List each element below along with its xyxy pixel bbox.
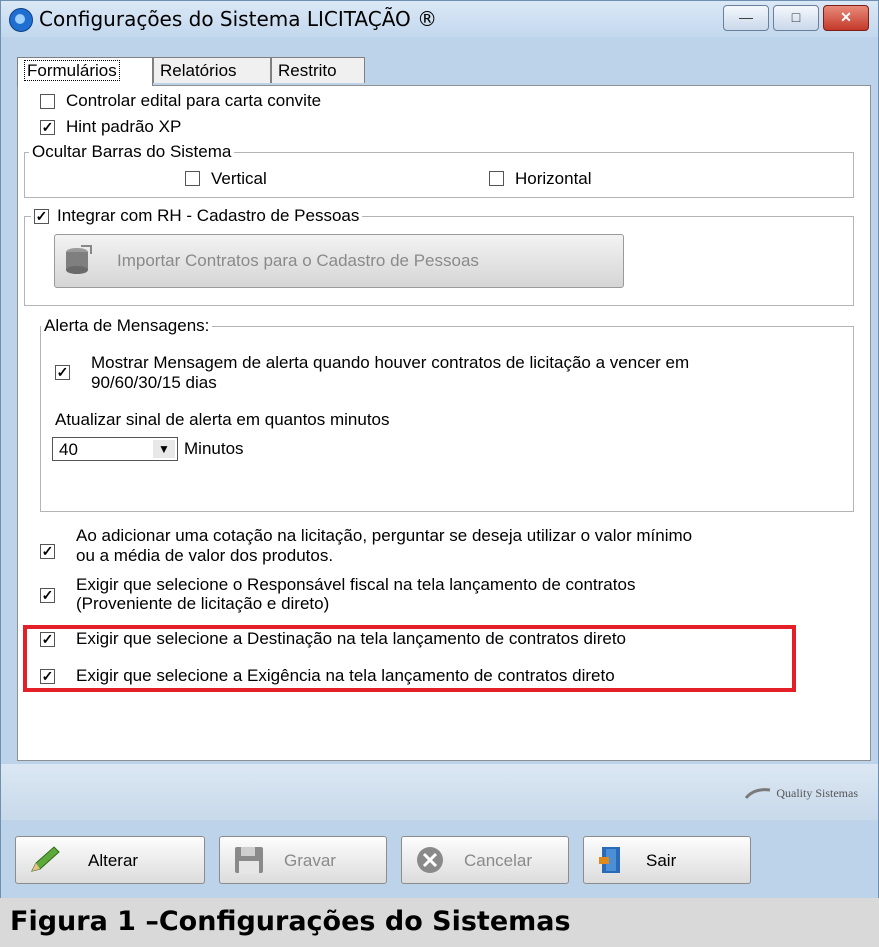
- edital-label: Controlar edital para carta convite: [66, 91, 322, 110]
- tab-relatorios[interactable]: Relatórios: [153, 57, 271, 83]
- responsavel-label-1: Exigir que selecione o Responsável fisca…: [76, 575, 636, 594]
- horizontal-label: Horizontal: [515, 169, 592, 188]
- vertical-checkbox[interactable]: [185, 171, 200, 186]
- minutes-select[interactable]: 40 ▼: [52, 437, 178, 461]
- gravar-button[interactable]: Gravar: [219, 836, 387, 884]
- tab-formularios-label: Formulários: [24, 60, 120, 81]
- horizontal-checkbox[interactable]: [489, 171, 504, 186]
- sair-label: Sair: [646, 851, 677, 870]
- mostrar-alerta-label-1: Mostrar Mensagem de alerta quando houver…: [91, 353, 690, 372]
- maximize-button[interactable]: □: [773, 5, 819, 31]
- brand-strip: Quality Sistemas: [1, 764, 878, 820]
- alerta-group: Alerta de Mensagens: ✓ Mostrar Mensagem …: [40, 316, 854, 512]
- cotacao-label-2: ou a média de valor dos produtos.: [76, 546, 334, 565]
- gravar-label: Gravar: [284, 851, 336, 870]
- alterar-label: Alterar: [88, 851, 139, 870]
- cotacao-checkbox[interactable]: ✓: [40, 544, 55, 559]
- responsavel-checkbox[interactable]: ✓: [40, 588, 55, 603]
- vertical-label: Vertical: [211, 169, 267, 188]
- database-import-icon: [66, 245, 92, 274]
- atualizar-label: Atualizar sinal de alerta em quantos min…: [55, 410, 390, 429]
- cancel-x-icon: [417, 847, 443, 873]
- pencil-icon: [31, 846, 60, 872]
- highlight-box: [23, 625, 796, 692]
- hint-checkbox[interactable]: ✓: [40, 120, 55, 135]
- exit-door-icon: [599, 847, 620, 873]
- responsavel-label-2: (Proveniente de licitação e direto): [76, 594, 330, 613]
- button-bar: Alterar Gravar Cancelar Sair: [1, 820, 878, 899]
- barras-legend: Ocultar Barras do Sistema: [29, 142, 235, 162]
- app-logo-icon: [9, 8, 33, 32]
- brand-name: Quality Sistemas: [776, 786, 858, 800]
- rh-legend: ✓ Integrar com RH - Cadastro de Pessoas: [31, 206, 363, 226]
- import-button-label: Importar Contratos para o Cadastro de Pe…: [117, 251, 479, 270]
- window-title: Configurações do Sistema LICITAÇÃO ®: [39, 7, 438, 31]
- title-bar[interactable]: Configurações do Sistema LICITAÇÃO ® — □…: [1, 1, 878, 37]
- close-button[interactable]: ✕: [823, 5, 869, 31]
- chevron-down-icon[interactable]: ▼: [153, 440, 175, 458]
- config-window: Configurações do Sistema LICITAÇÃO ® — □…: [0, 0, 879, 899]
- rh-checkbox[interactable]: ✓: [34, 208, 49, 224]
- alterar-button[interactable]: Alterar: [15, 836, 205, 884]
- cancelar-label: Cancelar: [464, 851, 533, 870]
- edital-checkbox[interactable]: [40, 94, 55, 109]
- hint-label: Hint padrão XP: [66, 117, 182, 136]
- tab-formularios[interactable]: Formulários: [17, 57, 153, 86]
- mostrar-alerta-checkbox[interactable]: ✓: [55, 365, 70, 380]
- barras-group: Ocultar Barras do Sistema Vertical Horiz…: [24, 142, 854, 198]
- minutes-value: 40: [59, 440, 78, 459]
- floppy-disk-icon: [235, 847, 263, 873]
- mostrar-alerta-label-2: 90/60/30/15 dias: [91, 373, 217, 392]
- alerta-legend: Alerta de Mensagens:: [41, 316, 213, 336]
- caption-text: Figura 1 –Configurações do Sistemas: [10, 906, 571, 937]
- sair-button[interactable]: Sair: [583, 836, 751, 884]
- quality-brand: Quality Sistemas: [744, 786, 858, 801]
- minimize-button[interactable]: —: [723, 5, 769, 31]
- cotacao-label-1: Ao adicionar uma cotação na licitação, p…: [76, 526, 693, 545]
- minutes-unit-label: Minutos: [184, 439, 244, 458]
- cancelar-button[interactable]: Cancelar: [401, 836, 569, 884]
- rh-label: Integrar com RH - Cadastro de Pessoas: [57, 206, 360, 225]
- figure-caption: Figura 1 –Configurações do Sistemas: [0, 898, 879, 947]
- quality-logo-icon: [745, 787, 771, 799]
- import-contratos-button[interactable]: Importar Contratos para o Cadastro de Pe…: [54, 234, 624, 288]
- tab-restrito[interactable]: Restrito: [271, 57, 365, 83]
